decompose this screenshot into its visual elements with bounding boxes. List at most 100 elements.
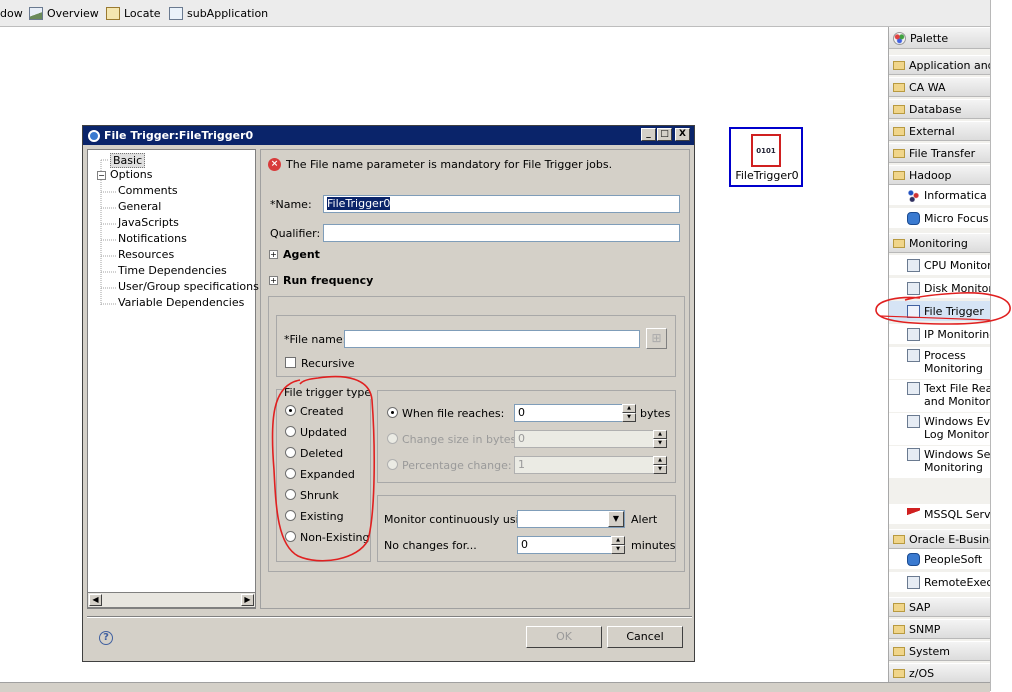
palette-row-label: IP Monitoring [924, 327, 991, 341]
trigger-expanded-radio[interactable] [285, 468, 296, 479]
toolbar-window-item[interactable]: dow [0, 5, 23, 21]
tree-item-notifications[interactable]: Notifications [118, 232, 187, 245]
when-file-reaches-input[interactable]: 0 [514, 404, 623, 422]
trigger-non-existing-radio[interactable] [285, 531, 296, 542]
palette-item-text-file-reac[interactable]: Text File Reacand Monitorin [889, 380, 991, 412]
palette-item-process[interactable]: Process Monitoring [889, 347, 991, 379]
palette-row-label-line2: Log Monitorin [924, 428, 991, 441]
cancel-button[interactable]: Cancel [607, 626, 683, 648]
file-name-input[interactable] [344, 330, 640, 348]
trigger-existing-radio[interactable] [285, 510, 296, 521]
minimize-button[interactable]: _ [641, 128, 656, 141]
agent-expand-icon[interactable]: + [269, 250, 278, 259]
palette-category-ca-wa[interactable]: CA WA [889, 77, 991, 97]
palette-item-disk-monitorir[interactable]: Disk Monitorir [889, 278, 991, 298]
job-node-label[interactable]: FileTrigger0 [732, 169, 802, 182]
tree-item-resources[interactable]: Resources [118, 248, 174, 261]
tree-item-basic[interactable]: Basic [110, 153, 146, 168]
palette-category-hadoop[interactable]: Hadoop [889, 165, 991, 185]
error-icon: × [268, 158, 281, 171]
scroll-right-icon[interactable]: ▶ [241, 594, 254, 606]
dialog-title: File Trigger:FileTrigger0 [104, 129, 254, 142]
tree-item-javascripts[interactable]: JavaScripts [118, 216, 179, 229]
palette-item-informatica[interactable]: Informatica [889, 185, 991, 205]
palette-row-label: File Trigger [924, 304, 984, 318]
when-file-reaches-spinner[interactable]: ▲ ▼ [622, 404, 636, 422]
palette-header[interactable]: Palette [889, 27, 991, 49]
palette-category-external[interactable]: External [889, 121, 991, 141]
dialog-title-bar[interactable]: File Trigger:FileTrigger0 _ □ X [83, 126, 694, 145]
palette-category-snmp[interactable]: SNMP [889, 619, 991, 639]
palette-category-database[interactable]: Database [889, 99, 991, 119]
help-icon[interactable]: ? [99, 631, 113, 645]
palette-category-application-and[interactable]: Application and \ [889, 55, 991, 75]
tree-item-time-dependencies[interactable]: Time Dependencies [118, 264, 227, 277]
palette-category-oracle-e-busines[interactable]: Oracle E-Busines [889, 529, 991, 549]
tree-item-options[interactable]: Options [110, 168, 152, 181]
palette-row-label: MSSQL Serve [924, 507, 991, 521]
palette-category-file-transfer[interactable]: File Transfer [889, 143, 991, 163]
agent-section-label[interactable]: Agent [283, 248, 320, 261]
scroll-left-icon[interactable]: ◀ [89, 594, 102, 606]
tree-item-variable-dependencies[interactable]: Variable Dependencies [118, 296, 244, 309]
no-changes-spinner[interactable]: ▲ ▼ [611, 536, 625, 554]
toolbar-overview-button[interactable]: Overview [29, 5, 99, 21]
change-size-radio[interactable] [387, 433, 398, 444]
when-file-reaches-radio[interactable] [387, 407, 398, 418]
palette-category-system[interactable]: System [889, 641, 991, 661]
palette-item-peoplesoft[interactable]: PeopleSoft [889, 549, 991, 569]
qualifier-input[interactable] [323, 224, 680, 242]
palette-row-label: Informatica [924, 188, 987, 202]
toolbar-locate-button[interactable]: Locate [106, 5, 161, 21]
change-size-input[interactable]: 0 [514, 430, 654, 448]
palette-row-label: Oracle E-Busines [909, 532, 991, 546]
toolbar-subapplication-button[interactable]: subApplication [169, 5, 268, 21]
tree-horizontal-scrollbar[interactable]: ◀ ▶ [87, 592, 256, 608]
ok-button[interactable]: OK [526, 626, 602, 648]
run-frequency-expand-icon[interactable]: + [269, 276, 278, 285]
palette-row-text: Windows ServMonitoring [924, 448, 991, 474]
trigger-shrunk-radio[interactable] [285, 489, 296, 500]
palette-row-label: Disk Monitorir [924, 281, 991, 295]
tree-collapse-icon[interactable]: − [97, 171, 106, 180]
toolbar-locate-label: Locate [124, 6, 161, 20]
name-label: *Name: [270, 198, 312, 211]
recursive-checkbox[interactable] [285, 357, 296, 368]
palette-item-windows-serv[interactable]: Windows ServMonitoring [889, 446, 991, 478]
palette-category-z-os[interactable]: z/OS [889, 663, 991, 682]
palette-category-monitoring[interactable]: Monitoring [889, 233, 991, 253]
run-frequency-section-label[interactable]: Run frequency [283, 274, 373, 287]
tree-item-general[interactable]: General [118, 200, 161, 213]
mssql-server-icon [907, 507, 920, 521]
palette-item-mssql-serve[interactable]: MSSQL Serve [889, 504, 991, 524]
palette-item-cpu-monitorir[interactable]: CPU Monitorir [889, 255, 991, 275]
browse-file-button[interactable]: ⊞ [646, 328, 667, 349]
qualifier-label: Qualifier: [270, 227, 321, 240]
close-button[interactable]: X [675, 128, 690, 141]
palette-item-file-trigger[interactable]: File Trigger [889, 301, 991, 321]
name-input[interactable]: FileTrigger0 [323, 195, 680, 213]
palette-item-ip-monitoring[interactable]: IP Monitoring [889, 324, 991, 344]
palette-category-sap[interactable]: SAP [889, 597, 991, 617]
percentage-change-spinner[interactable]: ▲ ▼ [653, 456, 667, 474]
trigger-deleted-radio[interactable] [285, 447, 296, 458]
percentage-change-radio[interactable] [387, 459, 398, 470]
palette-row-text: Text File Reacand Monitorin [924, 382, 991, 408]
bytes-label: bytes [640, 407, 671, 420]
palette-item-micro-focus[interactable]: Micro Focus [889, 208, 991, 228]
percentage-change-input[interactable]: 1 [514, 456, 654, 474]
no-changes-input[interactable]: 0 [517, 536, 612, 554]
tree-item-comments[interactable]: Comments [118, 184, 178, 197]
trigger-updated-radio[interactable] [285, 426, 296, 437]
palette-item-remoteexecu[interactable]: RemoteExecu [889, 572, 991, 592]
trigger-created-radio[interactable] [285, 405, 296, 416]
locate-icon [106, 6, 120, 20]
palette-item-windows-eve[interactable]: Windows EveLog Monitorin [889, 413, 991, 445]
file-trigger-job-icon[interactable]: 0101 [751, 134, 781, 167]
maximize-button[interactable]: □ [657, 128, 672, 141]
dropdown-arrow-icon[interactable]: ▼ [608, 511, 624, 527]
tree-item-user-group-specifications[interactable]: User/Group specifications [118, 280, 259, 293]
palette-row-label: PeopleSoft [924, 552, 983, 566]
change-size-spinner[interactable]: ▲ ▼ [653, 430, 667, 448]
palette-row-label: Database [909, 102, 962, 116]
